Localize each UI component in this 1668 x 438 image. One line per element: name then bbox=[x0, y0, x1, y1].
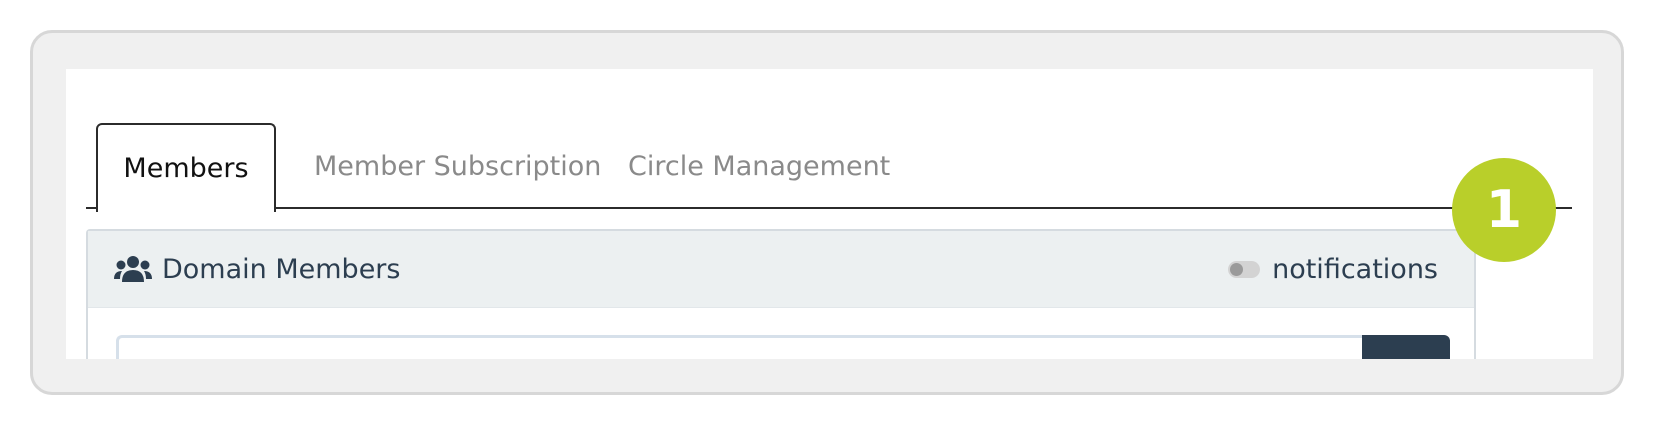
notifications-label: notifications bbox=[1272, 253, 1438, 285]
card-title-text: Domain Members bbox=[162, 253, 401, 285]
toggle-knob bbox=[1230, 262, 1244, 276]
tab-member-subscription[interactable]: Member Subscription bbox=[314, 123, 601, 210]
users-icon bbox=[114, 256, 152, 282]
card-title: Domain Members bbox=[114, 254, 400, 285]
members-panel: Members Member Subscription Circle Manag… bbox=[66, 69, 1593, 359]
search-row bbox=[116, 335, 1450, 359]
domain-members-card: Domain Members notifications bbox=[86, 229, 1476, 359]
search-input[interactable] bbox=[116, 335, 1364, 359]
card-header: Domain Members notifications bbox=[88, 231, 1474, 308]
step-number-badge: 1 bbox=[1452, 158, 1556, 262]
tab-circle-management[interactable]: Circle Management bbox=[628, 123, 890, 210]
tab-circle-management-label: Circle Management bbox=[628, 151, 891, 182]
tab-member-subscription-label: Member Subscription bbox=[314, 151, 602, 182]
notifications-toggle[interactable]: notifications bbox=[1228, 254, 1438, 285]
search-button[interactable] bbox=[1362, 335, 1450, 359]
toggle-switch-icon[interactable] bbox=[1228, 260, 1261, 278]
tab-members-label: Members bbox=[123, 153, 249, 184]
screenshot-frame: Members Member Subscription Circle Manag… bbox=[30, 30, 1624, 395]
tab-members[interactable]: Members bbox=[96, 123, 276, 212]
tab-bar: Members Member Subscription Circle Manag… bbox=[86, 69, 1572, 212]
